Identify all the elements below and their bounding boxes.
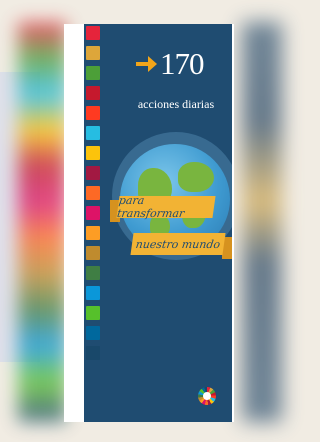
sdg-goal-16-icon xyxy=(86,326,100,340)
sdg-icon-strip xyxy=(84,24,102,422)
sdg-goal-7-icon xyxy=(86,146,100,160)
sdg-goal-3-icon xyxy=(86,66,100,80)
sdg-goal-14-icon xyxy=(86,286,100,300)
ribbon-line-1: para transformar xyxy=(116,194,216,220)
sdg-goal-5-icon xyxy=(86,106,100,120)
sdg-goal-2-icon xyxy=(86,46,100,60)
sdg-goal-12-icon xyxy=(86,246,100,260)
sdg-goal-8-icon xyxy=(86,166,100,180)
sdg-goal-17-icon xyxy=(86,346,100,360)
subtitle: acciones diarias xyxy=(137,97,215,111)
sdg-goal-13-icon xyxy=(86,266,100,280)
sdg-goal-6-icon xyxy=(86,126,100,140)
blurred-background-right xyxy=(242,22,282,422)
sdg-goal-9-icon xyxy=(86,186,100,200)
sdg-goal-11-icon xyxy=(86,226,100,240)
arrow-right-icon xyxy=(136,56,157,72)
sdg-goal-4-icon xyxy=(86,86,100,100)
sdg-goal-1-icon xyxy=(86,26,100,40)
title-number-row: 170 xyxy=(134,44,204,84)
blurred-background-left xyxy=(18,22,66,422)
action-count: 170 xyxy=(160,46,204,81)
sdg-goal-10-icon xyxy=(86,206,100,220)
sdg-wheel-icon xyxy=(198,387,216,405)
ribbon-line-2: nuestro mundo xyxy=(130,233,226,255)
book-cover: 170 acciones diarias para transformar nu… xyxy=(84,24,232,422)
sdg-goal-15-icon xyxy=(86,306,100,320)
